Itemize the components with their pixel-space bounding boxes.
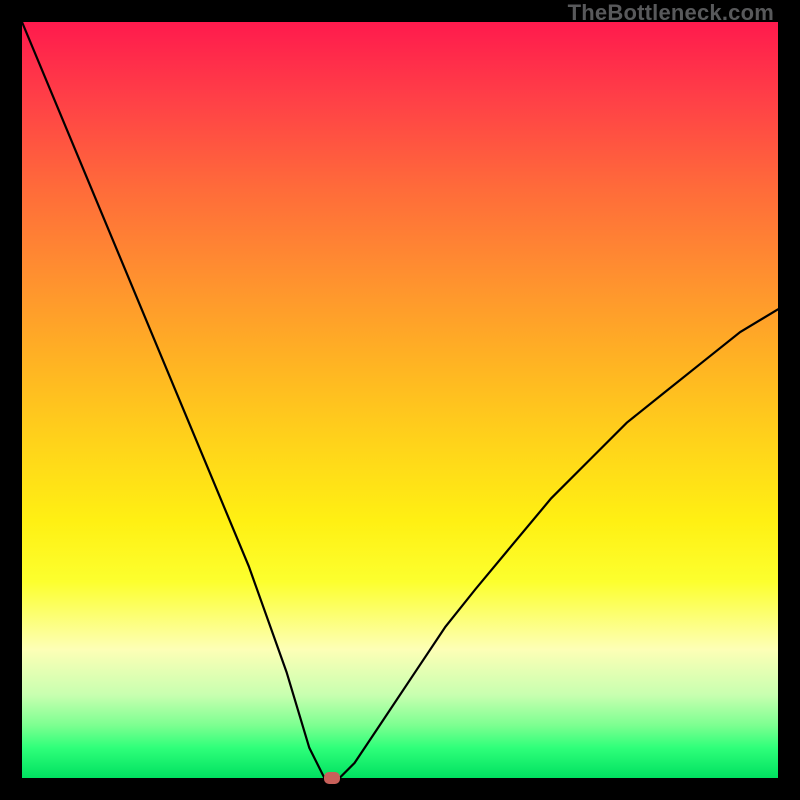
bottleneck-curve — [22, 22, 778, 778]
curve-layer — [22, 22, 778, 778]
watermark-text: TheBottleneck.com — [568, 0, 774, 26]
chart-frame: TheBottleneck.com — [0, 0, 800, 800]
optimal-marker — [324, 772, 340, 784]
